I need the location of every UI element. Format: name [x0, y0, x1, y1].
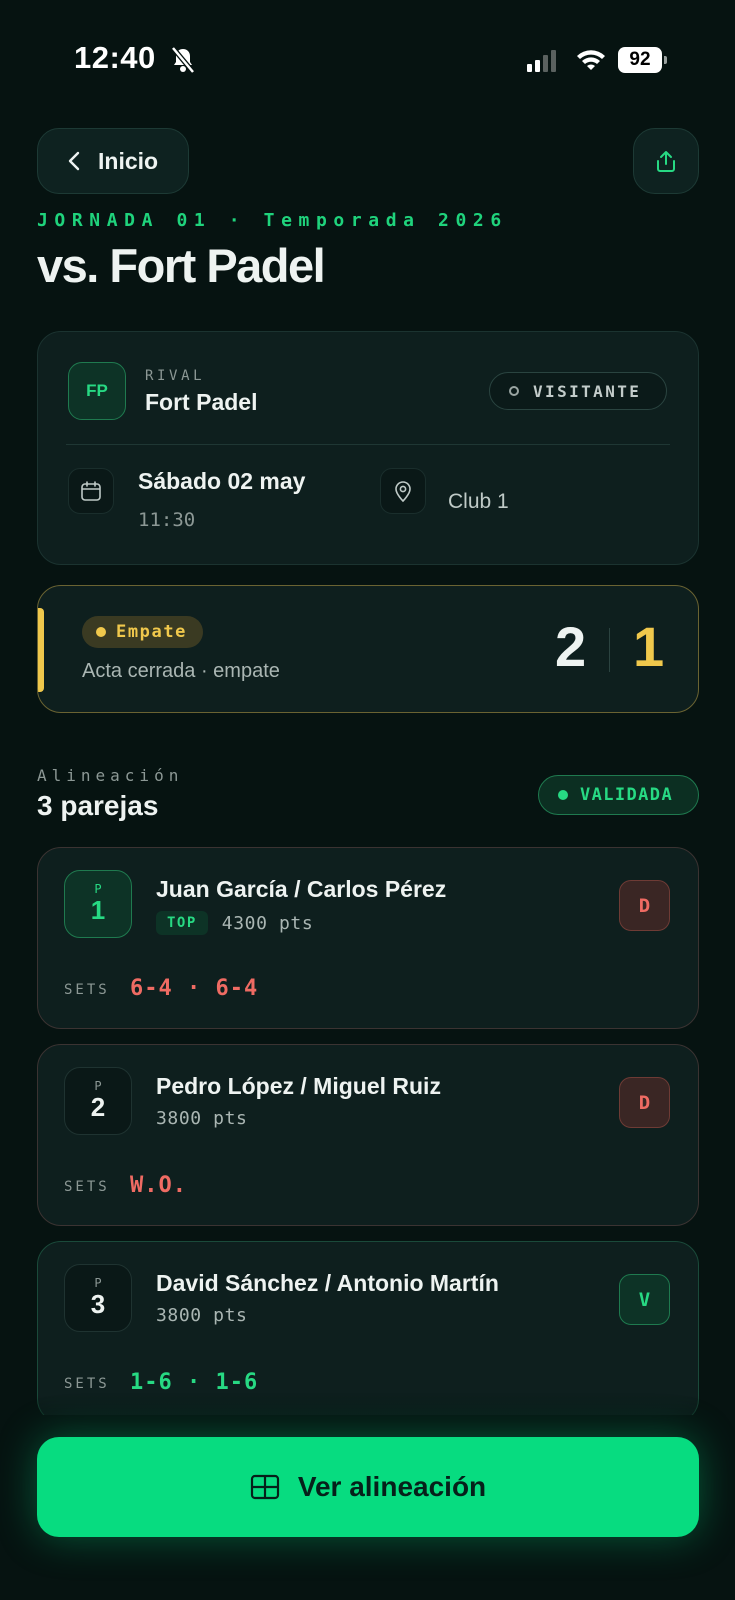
- result-subtitle: Acta cerrada · empate: [82, 660, 280, 682]
- sets-label: SETS: [64, 982, 110, 998]
- sets-value: 6-4 · 6-4: [130, 976, 259, 1001]
- score-divider: [609, 628, 610, 672]
- pair-card-1[interactable]: P 1 Juan García / Carlos Pérez TOP 4300 …: [37, 847, 699, 1029]
- location-type-label: VISITANTE: [533, 381, 642, 401]
- lineup-title: 3 parejas: [37, 790, 159, 821]
- back-button[interactable]: Inicio: [37, 128, 189, 194]
- pair-position-badge: P 3: [64, 1264, 132, 1332]
- match-info-card: FP RIVAL Fort Padel VISITANTE Sábado 02 …: [37, 331, 699, 565]
- result-card: Empate Acta cerrada · empate 2 1: [37, 585, 699, 713]
- sets-value: W.O.: [130, 1173, 187, 1198]
- bell-slash-icon: [171, 46, 195, 74]
- calendar-icon-box: [68, 468, 114, 514]
- pair-card-3[interactable]: P 3 David Sánchez / Antonio Martín 3800 …: [37, 1241, 699, 1415]
- pair-meta: TOP 4300 pts: [156, 911, 313, 935]
- sets-value: 1-6 · 1-6: [130, 1370, 259, 1395]
- sets-label: SETS: [64, 1376, 110, 1392]
- pair-list[interactable]: P 1 Juan García / Carlos Pérez TOP 4300 …: [0, 845, 735, 1415]
- wifi-icon: [577, 50, 605, 70]
- top-tag: TOP: [156, 911, 208, 935]
- lineup-status-label: VALIDADA: [580, 785, 674, 805]
- home-score: 2: [555, 615, 587, 678]
- battery-icon: 92: [618, 47, 667, 73]
- pair-result-badge: D: [619, 1077, 670, 1128]
- rival-label: RIVAL: [145, 368, 206, 384]
- match-date: Sábado 02 may: [138, 468, 306, 494]
- position-number: 1: [90, 895, 106, 925]
- position-prefix: P: [94, 882, 102, 896]
- matchday-eyebrow: JORNADA 01 · Temporada 2026: [37, 210, 508, 231]
- status-dot: [96, 627, 106, 637]
- pair-result-badge: D: [619, 880, 670, 931]
- lineup-status-badge: VALIDADA: [538, 775, 699, 815]
- position-prefix: P: [94, 1276, 102, 1290]
- match-time: 11:30: [138, 509, 196, 531]
- location-type-badge: VISITANTE: [489, 372, 667, 410]
- match-venue: Club 1: [448, 490, 509, 513]
- pair-players: Pedro López / Miguel Ruiz: [156, 1073, 441, 1099]
- status-bar: 12:40 92: [0, 0, 735, 120]
- pair-card-2[interactable]: P 2 Pedro López / Miguel Ruiz 3800 pts D…: [37, 1044, 699, 1226]
- pair-position-badge: P 1: [64, 870, 132, 938]
- position-number: 3: [90, 1289, 106, 1319]
- signal-icon: [527, 48, 556, 72]
- chevron-left-icon: [68, 151, 80, 171]
- rival-avatar: FP: [68, 362, 126, 420]
- grid-icon: [250, 1474, 279, 1500]
- pair-meta: 3800 pts: [156, 1108, 248, 1129]
- map-pin-icon-box: [380, 468, 426, 514]
- away-score: 1: [633, 615, 665, 678]
- pair-points: 4300 pts: [221, 912, 314, 934]
- lineup-eyebrow: Alineación: [37, 766, 184, 785]
- page-title: vs. Fort Padel: [37, 239, 326, 292]
- pair-players: David Sánchez / Antonio Martín: [156, 1270, 499, 1296]
- pair-points: 3800 pts: [156, 1305, 248, 1326]
- divider: [66, 444, 670, 445]
- pair-players: Juan García / Carlos Pérez: [156, 876, 447, 902]
- status-time: 12:40: [74, 40, 156, 75]
- result-accent-bar: [38, 608, 44, 692]
- back-button-label: Inicio: [98, 147, 159, 174]
- pair-meta: 3800 pts: [156, 1305, 248, 1326]
- status-dot: [558, 790, 568, 800]
- result-status-badge: Empate: [82, 616, 204, 648]
- position-prefix: P: [94, 1079, 102, 1093]
- calendar-icon: [81, 481, 101, 501]
- rival-name: Fort Padel: [145, 389, 258, 415]
- view-lineup-button[interactable]: Ver alineación: [37, 1437, 699, 1537]
- pair-points: 3800 pts: [156, 1108, 248, 1129]
- result-status-label: Empate: [116, 622, 188, 642]
- share-icon: [657, 151, 675, 172]
- map-pin-icon: [395, 481, 411, 503]
- position-number: 2: [90, 1092, 106, 1122]
- sets-label: SETS: [64, 1179, 110, 1195]
- share-button[interactable]: [633, 128, 699, 194]
- view-lineup-label: Ver alineación: [297, 1471, 487, 1502]
- pair-result-badge: V: [619, 1274, 670, 1325]
- circle-icon: [509, 386, 519, 396]
- pair-position-badge: P 2: [64, 1067, 132, 1135]
